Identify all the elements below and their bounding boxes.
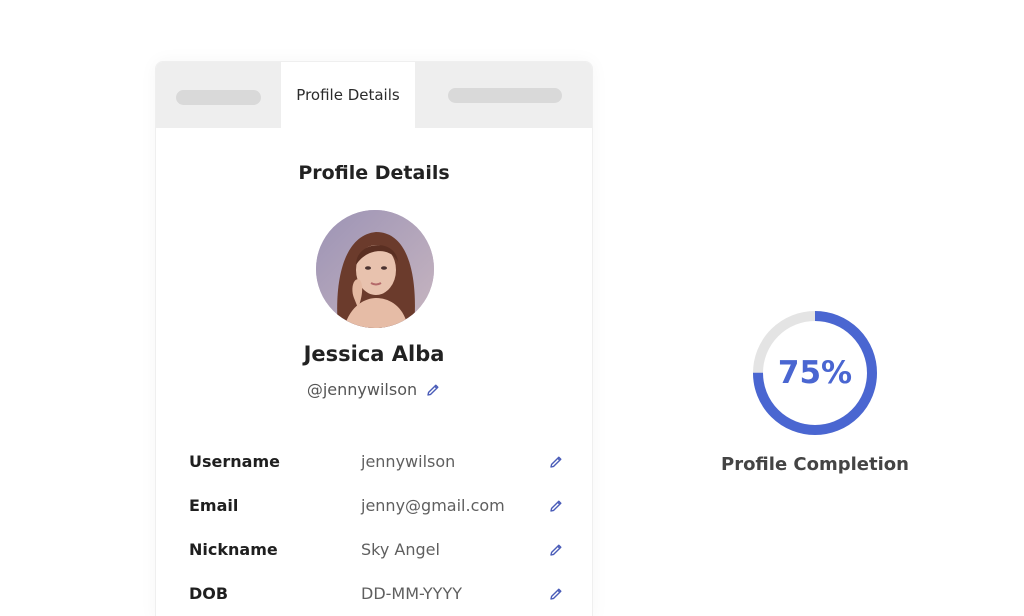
profile-completion-widget: 75% Profile Completion <box>700 300 930 490</box>
profile-name: Jessica Alba <box>303 342 445 366</box>
profile-card: Profile Details Profile Details Jessica … <box>155 61 593 616</box>
field-value: jennywilson <box>361 452 456 471</box>
field-value: Sky Angel <box>361 540 440 559</box>
field-row-username: Username jennywilson <box>189 452 564 476</box>
handle-row: @jennywilson <box>156 380 592 399</box>
completion-label: Profile Completion <box>721 454 909 475</box>
field-row-nickname: Nickname Sky Angel <box>189 540 564 564</box>
field-row-dob: DOB DD-MM-YYYY <box>189 584 564 608</box>
avatar-image <box>316 210 434 328</box>
tab-placeholder-left[interactable] <box>176 90 261 105</box>
field-label: Nickname <box>189 540 278 559</box>
field-value: DD-MM-YYYY <box>361 584 462 603</box>
edit-email-pencil-icon[interactable] <box>548 498 564 514</box>
field-value: jenny@gmail.com <box>361 496 505 515</box>
profile-handle: @jennywilson <box>306 380 418 399</box>
tab-placeholder-right[interactable] <box>448 88 562 103</box>
completion-percent: 75% <box>777 355 853 391</box>
field-label: Email <box>189 496 239 515</box>
tab-profile-details[interactable]: Profile Details <box>281 62 415 128</box>
field-label: Username <box>189 452 280 471</box>
edit-handle-pencil-icon[interactable] <box>425 382 441 398</box>
edit-dob-pencil-icon[interactable] <box>548 586 564 602</box>
field-label: DOB <box>189 584 229 603</box>
section-title: Profile Details <box>298 162 450 184</box>
avatar <box>316 210 434 328</box>
edit-nickname-pencil-icon[interactable] <box>548 542 564 558</box>
tab-bar: Profile Details <box>156 62 592 128</box>
edit-username-pencil-icon[interactable] <box>548 454 564 470</box>
field-row-email: Email jenny@gmail.com <box>189 496 564 520</box>
